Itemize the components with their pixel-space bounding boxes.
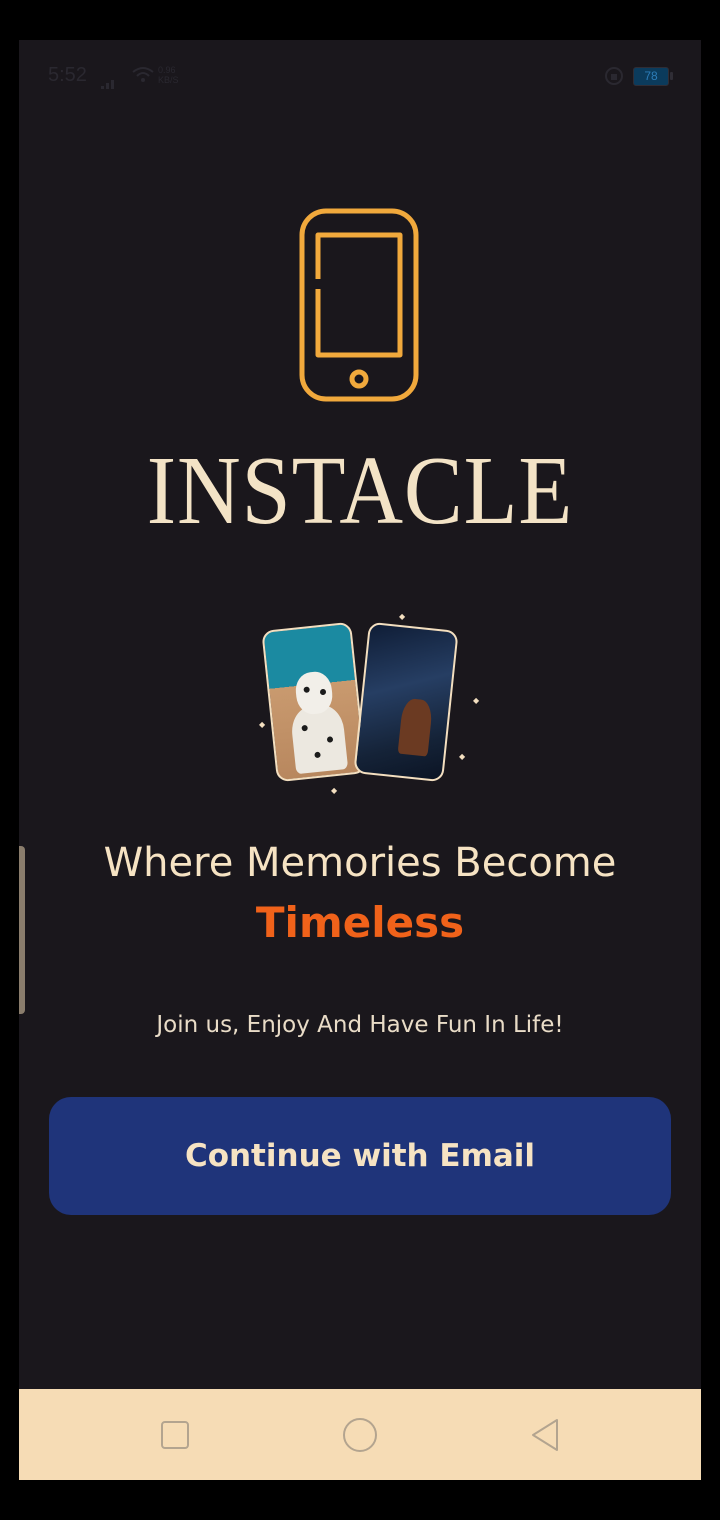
battery-tip <box>670 72 673 80</box>
app-screen: 5:52 0.96 KB/S 78 INSTACLE ◆ ◆ ◆ ◆ ◆ Whe… <box>19 40 701 1480</box>
sparkle-icon: ◆ <box>459 752 466 761</box>
smartphone-icon <box>298 205 422 409</box>
brand-name: INSTACLE <box>146 437 574 545</box>
person-figure <box>397 697 434 757</box>
photo-cards-illustration: ◆ ◆ ◆ ◆ ◆ <box>249 612 479 802</box>
sparkle-icon: ◆ <box>331 786 338 795</box>
headline: Where Memories Become <box>103 840 617 886</box>
system-nav-bar <box>19 1389 701 1480</box>
battery-icon: 78 <box>633 67 669 86</box>
signal-icon <box>101 74 115 93</box>
sparkle-icon: ◆ <box>473 696 480 705</box>
city-photo-card <box>353 621 459 783</box>
continue-with-email-button[interactable]: Continue with Email <box>49 1097 671 1215</box>
rotation-lock-icon <box>604 66 624 90</box>
headline-accent: Timeless <box>255 898 465 947</box>
sparkle-icon: ◆ <box>259 720 266 729</box>
dog-photo-card <box>261 621 367 783</box>
status-time: 5:52 <box>48 64 87 86</box>
battery-level: 78 <box>644 69 658 83</box>
home-circle-icon[interactable] <box>340 1415 380 1455</box>
sparkle-icon: ◆ <box>399 612 406 621</box>
wifi-icon <box>131 66 155 88</box>
network-speed: 0.96 KB/S <box>158 65 179 85</box>
network-speed-value: 0.96 <box>158 65 176 75</box>
network-speed-unit: KB/S <box>158 75 179 85</box>
recents-square-icon[interactable] <box>155 1415 195 1455</box>
back-triangle-icon[interactable] <box>525 1415 565 1455</box>
dog-body <box>289 703 349 775</box>
status-bar: 5:52 0.96 KB/S 78 <box>19 40 701 112</box>
tagline: Join us, Enjoy And Have Fun In Life! <box>156 1012 564 1038</box>
